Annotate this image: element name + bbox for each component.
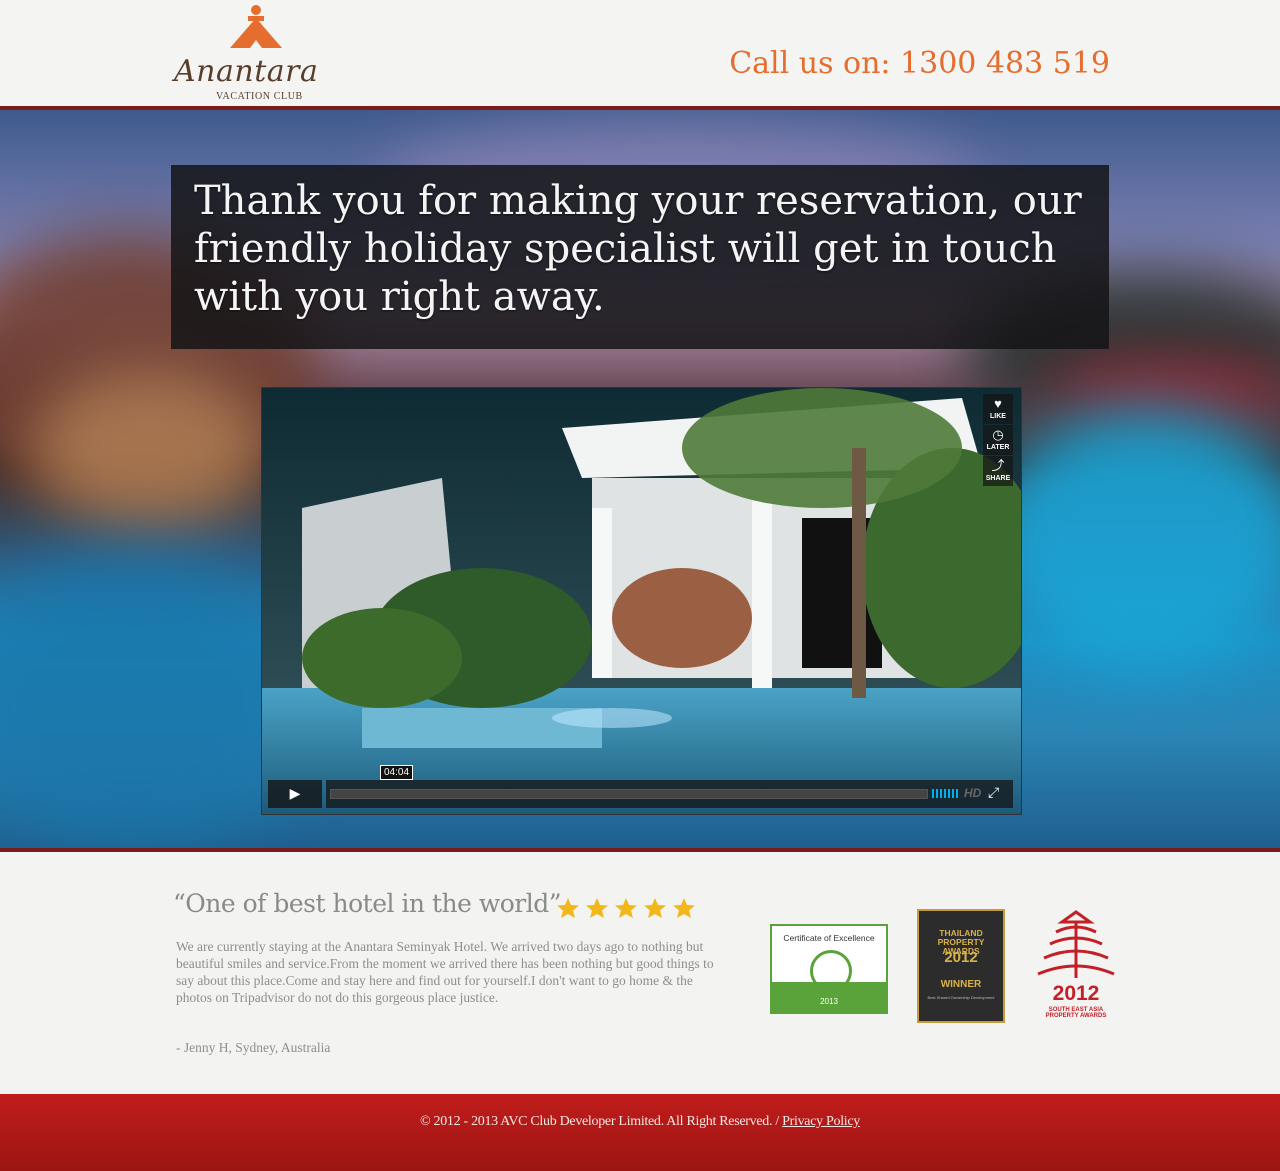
sea-award-caption: SOUTH EAST ASIA PROPERTY AWARDS bbox=[1045, 1007, 1107, 1019]
star-rating bbox=[556, 897, 697, 924]
testimonial-body: We are currently staying at the Anantara… bbox=[176, 939, 714, 1005]
copyright-text: © 2012 - 2013 AVC Club Developer Limited… bbox=[419, 1114, 779, 1129]
share-icon: ⤴ bbox=[991, 458, 1005, 473]
video-timestamp: 04:04 bbox=[380, 765, 414, 780]
logo-mark-icon bbox=[230, 5, 282, 48]
play-button[interactable]: ▶ bbox=[268, 780, 322, 808]
star-icon bbox=[644, 898, 666, 918]
footer-text: © 2012 - 2013 AVC Club Developer Limited… bbox=[0, 1114, 1280, 1130]
confirmation-message: Thank you for making your reservation, o… bbox=[194, 178, 1082, 320]
progress-track[interactable] bbox=[330, 789, 928, 799]
hd-toggle[interactable]: HD bbox=[964, 786, 981, 800]
video-player[interactable]: ♥ LIKE ◷ LATER ⤴ SHARE ▶ 04:04 HD ⤢ bbox=[261, 387, 1022, 815]
like-button[interactable]: ♥ LIKE bbox=[983, 394, 1013, 424]
hero-divider bbox=[0, 848, 1280, 852]
later-label: LATER bbox=[986, 444, 1010, 451]
phone-number[interactable]: 1300 483 519 bbox=[900, 46, 1110, 81]
thailand-property-awards-badge: THAILAND PROPERTY AWARDS 2012 WINNER Bes… bbox=[917, 909, 1005, 1023]
video-side-actions: ♥ LIKE ◷ LATER ⤴ SHARE bbox=[983, 394, 1013, 487]
certificate-title: Certificate of Excellence bbox=[783, 933, 875, 943]
testimonial-author: - Jenny H, Sydney, Australia bbox=[176, 1040, 331, 1055]
share-button[interactable]: ⤴ SHARE bbox=[983, 456, 1013, 486]
site-header: Anantara VACATION CLUB Call us on: 1300 … bbox=[0, 0, 1280, 106]
sea-award-year: 2012 bbox=[1052, 982, 1100, 1005]
fullscreen-icon[interactable]: ⤢ bbox=[988, 785, 999, 801]
control-bar: 04:04 HD ⤢ bbox=[326, 765, 1013, 808]
sea-property-awards-badge: 2012 SOUTH EAST ASIA PROPERTY AWARDS bbox=[1032, 908, 1120, 1026]
confirmation-banner: Thank you for making your reservation, o… bbox=[171, 165, 1109, 349]
volume-icon[interactable] bbox=[932, 789, 960, 798]
pagoda-icon bbox=[1037, 910, 1115, 978]
anantara-logo[interactable]: Anantara VACATION CLUB bbox=[170, 4, 340, 104]
heart-icon: ♥ bbox=[994, 396, 1002, 411]
award-result: WINNER bbox=[940, 979, 982, 990]
logo-subtitle: VACATION CLUB bbox=[216, 91, 303, 102]
star-icon bbox=[557, 898, 579, 918]
tripadvisor-certificate-badge: Certificate of Excellence 2013 bbox=[770, 924, 888, 1014]
play-icon: ▶ bbox=[289, 786, 301, 802]
video-controls: ▶ 04:04 HD ⤢ bbox=[268, 765, 1013, 808]
award-year: 2012 bbox=[944, 949, 978, 966]
award-category: Best Shared Ownership Development bbox=[927, 995, 995, 1000]
video-thumbnail bbox=[262, 388, 1021, 814]
certificate-year: 2013 bbox=[820, 997, 838, 1006]
privacy-policy-link[interactable]: Privacy Policy bbox=[782, 1114, 860, 1129]
like-label: LIKE bbox=[990, 413, 1006, 420]
testimonial-quote: “One of best hotel in the world” bbox=[173, 889, 562, 918]
star-icon bbox=[586, 898, 608, 918]
star-icon bbox=[673, 898, 695, 918]
logo-wordmark: Anantara bbox=[174, 54, 319, 89]
site-footer: © 2012 - 2013 AVC Club Developer Limited… bbox=[0, 1094, 1280, 1171]
share-label: SHARE bbox=[985, 475, 1011, 482]
call-label: Call us on: bbox=[729, 46, 891, 81]
clock-icon: ◷ bbox=[992, 427, 1004, 442]
star-icon bbox=[615, 898, 637, 918]
call-us[interactable]: Call us on: 1300 483 519 bbox=[729, 46, 1110, 81]
watch-later-button[interactable]: ◷ LATER bbox=[983, 425, 1013, 455]
